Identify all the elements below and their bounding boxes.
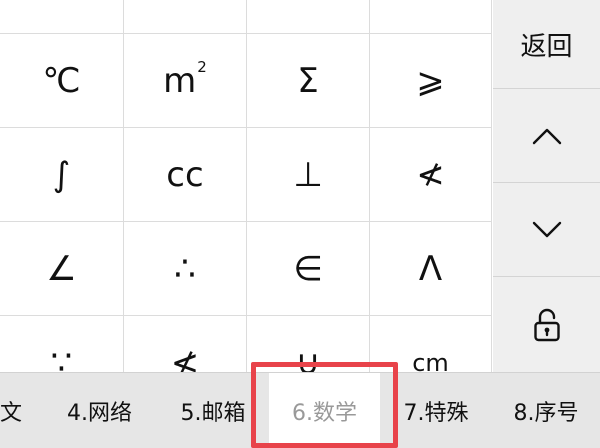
symbol-key-cc[interactable]: cc bbox=[124, 128, 247, 222]
symbol-label: m2 bbox=[163, 59, 207, 101]
symbol-label: ⩾ bbox=[416, 60, 445, 101]
category-label: 文 bbox=[0, 400, 23, 426]
category-tab-partial[interactable]: 文 bbox=[0, 373, 42, 448]
symbol-label: ≮ bbox=[416, 154, 445, 195]
symbol-key-therefore[interactable]: ∴ bbox=[124, 222, 247, 316]
symbol-label: Λ bbox=[418, 248, 443, 289]
category-tab-ordinal[interactable]: 8.序号 bbox=[492, 373, 600, 448]
symbol-key[interactable] bbox=[0, 0, 124, 34]
symbol-key-element-of[interactable]: ∈ bbox=[247, 222, 370, 316]
symbol-key-because[interactable]: ∵ bbox=[0, 316, 124, 372]
symbol-key-lambda[interactable]: Λ bbox=[370, 222, 492, 316]
chevron-down-icon bbox=[532, 221, 561, 237]
category-tab-math[interactable]: 6.数学 bbox=[269, 373, 380, 448]
symbol-key-cm[interactable]: cm bbox=[370, 316, 492, 372]
symbol-key[interactable] bbox=[124, 0, 247, 34]
symbol-grid: ℃ m2 Σ ⩾ ∫ cc ⊥ ≮ ∠ ∴ ∈ Λ ∵ ≮ ∪ cm bbox=[0, 0, 492, 372]
superscript-two: 2 bbox=[197, 57, 207, 76]
symbol-label: ∵ bbox=[50, 342, 73, 373]
category-tab-network[interactable]: 4.网络 bbox=[42, 373, 157, 448]
back-button-label: 返回 bbox=[520, 31, 573, 62]
symbol-key-not-less[interactable]: ≮ bbox=[370, 128, 492, 222]
symbol-base: m bbox=[163, 60, 197, 101]
category-label: 5.邮箱 bbox=[180, 400, 246, 426]
unlock-icon bbox=[533, 308, 560, 341]
symbol-label: Σ bbox=[297, 60, 319, 101]
symbol-label: ∈ bbox=[293, 248, 323, 289]
symbol-label: ∴ bbox=[174, 248, 196, 289]
symbol-key[interactable] bbox=[247, 0, 370, 34]
symbol-key-sigma[interactable]: Σ bbox=[247, 34, 370, 128]
category-label: 6.数学 bbox=[292, 400, 357, 426]
category-label: 8.序号 bbox=[513, 400, 579, 426]
symbol-label: ℃ bbox=[42, 60, 81, 101]
sidebar: 返回 bbox=[493, 0, 600, 372]
category-label: 4.网络 bbox=[67, 400, 132, 426]
symbol-label: ∠ bbox=[46, 248, 77, 289]
page-up-button[interactable] bbox=[493, 89, 600, 183]
page-down-button[interactable] bbox=[493, 183, 600, 277]
symbol-key-square-meter[interactable]: m2 bbox=[124, 34, 247, 128]
symbol-label: ⊥ bbox=[293, 154, 323, 195]
symbol-label: ≮ bbox=[170, 342, 200, 373]
symbol-key-angle[interactable]: ∠ bbox=[0, 222, 124, 316]
symbol-label: cc bbox=[166, 154, 204, 195]
symbol-key-integral[interactable]: ∫ bbox=[0, 128, 124, 222]
symbol-label: ∪ bbox=[295, 342, 321, 373]
symbol-key-union[interactable]: ∪ bbox=[247, 316, 370, 372]
category-tab-email[interactable]: 5.邮箱 bbox=[157, 373, 269, 448]
chevron-up-icon bbox=[532, 128, 561, 144]
symbol-label: cm bbox=[412, 348, 449, 373]
category-label: 7.特殊 bbox=[403, 400, 469, 426]
category-bar: 文 4.网络 5.邮箱 6.数学 7.特殊 8.序号 bbox=[0, 372, 600, 448]
symbol-key-perpendicular[interactable]: ⊥ bbox=[247, 128, 370, 222]
symbol-key-geq[interactable]: ⩾ bbox=[370, 34, 492, 128]
symbol-key-celsius[interactable]: ℃ bbox=[0, 34, 124, 128]
lock-toggle-button[interactable] bbox=[493, 277, 600, 372]
symbol-label: ∫ bbox=[52, 154, 71, 195]
symbol-key[interactable] bbox=[370, 0, 492, 34]
symbol-key-not-less[interactable]: ≮ bbox=[124, 316, 247, 372]
category-tab-special[interactable]: 7.特殊 bbox=[380, 373, 492, 448]
back-button[interactable]: 返回 bbox=[493, 0, 600, 89]
